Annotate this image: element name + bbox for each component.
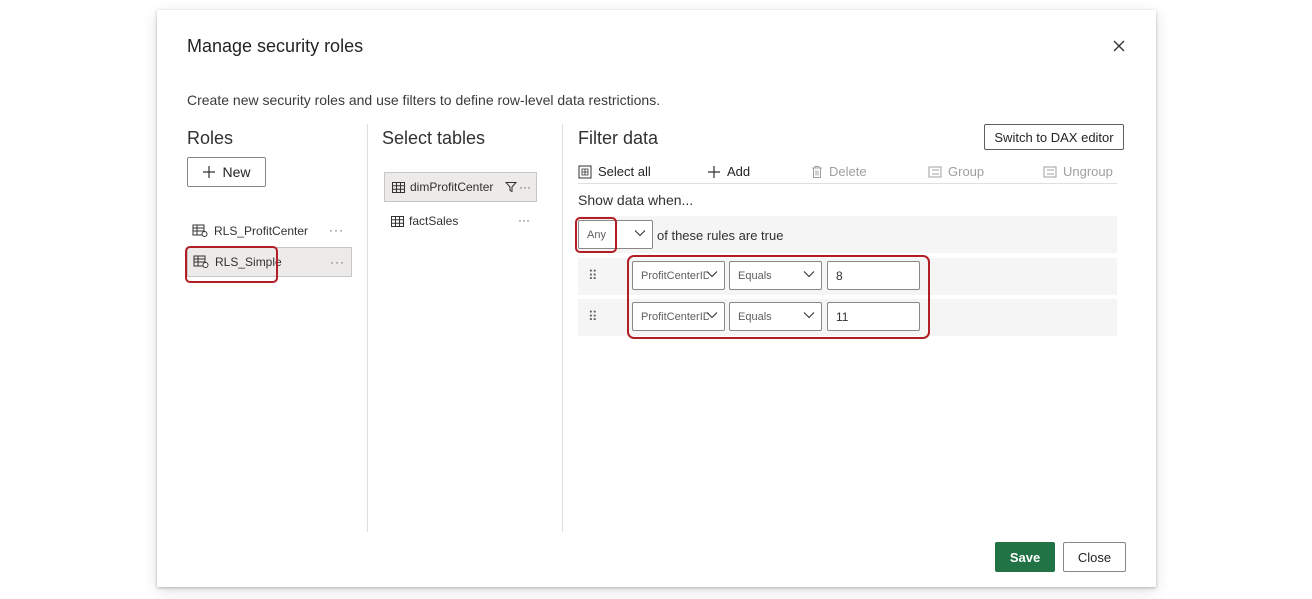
- chevron-down-icon: [706, 270, 718, 278]
- filter-icon: [505, 181, 517, 193]
- table-icon: [391, 215, 404, 227]
- more-options-icon[interactable]: ···: [518, 213, 530, 227]
- table-item-factsales[interactable]: factSales ···: [384, 206, 537, 236]
- table-item-label: factSales: [409, 214, 459, 228]
- rule-operator-select[interactable]: Equals: [729, 302, 822, 331]
- dialog-title: Manage security roles: [187, 36, 364, 56]
- select-all-icon: [578, 165, 592, 179]
- chevron-down-icon: [706, 311, 718, 319]
- column-divider: [367, 124, 368, 532]
- role-item-label: RLS_Simple: [215, 255, 282, 269]
- role-icon: [192, 224, 208, 238]
- ungroup-button[interactable]: Ungroup: [1043, 164, 1113, 179]
- table-item-dimprofitcenter[interactable]: dimProfitCenter ···: [384, 172, 537, 202]
- group-icon: [928, 166, 942, 178]
- close-button[interactable]: Close: [1063, 542, 1126, 572]
- close-icon[interactable]: [1110, 37, 1128, 55]
- rule-operator-value: Equals: [738, 310, 772, 323]
- rule-operator-select[interactable]: Equals: [729, 261, 822, 290]
- new-role-button[interactable]: New: [187, 157, 266, 187]
- group-button[interactable]: Group: [928, 164, 984, 179]
- add-rule-button[interactable]: Add: [707, 164, 750, 179]
- match-mode-select[interactable]: Any: [578, 220, 653, 249]
- chevron-down-icon: [634, 229, 646, 237]
- rule-column-select[interactable]: ProfitCenterID: [632, 261, 725, 290]
- role-item-rls-profitcenter[interactable]: RLS_ProfitCenter ···: [187, 216, 350, 246]
- role-item-label: RLS_ProfitCenter: [214, 224, 309, 238]
- rule-column-value: ProfitCenterID: [641, 310, 709, 323]
- table-icon: [392, 181, 405, 193]
- plus-icon: [707, 165, 721, 179]
- rule-column-value: ProfitCenterID: [641, 269, 709, 282]
- plus-icon: [202, 165, 216, 179]
- drag-handle-icon[interactable]: ⠿: [588, 268, 598, 284]
- trash-icon: [811, 165, 823, 179]
- dialog-subtitle: Create new security roles and use filter…: [187, 92, 661, 108]
- delete-label: Delete: [829, 164, 867, 179]
- select-all-label: Select all: [598, 164, 651, 179]
- more-options-icon[interactable]: ···: [330, 255, 345, 269]
- select-all-button[interactable]: Select all: [578, 164, 651, 179]
- ungroup-icon: [1043, 166, 1057, 178]
- rule-column-select[interactable]: ProfitCenterID: [632, 302, 725, 331]
- add-label: Add: [727, 164, 751, 179]
- show-data-when-label: Show data when...: [578, 192, 694, 208]
- ungroup-label: Ungroup: [1063, 164, 1113, 179]
- filter-data-heading: Filter data: [578, 128, 659, 148]
- save-button[interactable]: Save: [995, 542, 1055, 572]
- rule-value-input[interactable]: 8: [827, 261, 920, 290]
- toolbar-divider: [578, 183, 1117, 184]
- role-icon: [193, 255, 209, 269]
- chevron-down-icon: [803, 311, 815, 319]
- select-tables-heading: Select tables: [382, 128, 486, 148]
- chevron-down-icon: [803, 270, 815, 278]
- delete-rule-button[interactable]: Delete: [811, 164, 867, 179]
- more-options-icon[interactable]: ···: [329, 223, 344, 237]
- new-role-label: New: [222, 164, 251, 180]
- more-options-icon[interactable]: ···: [519, 180, 531, 194]
- match-mode-value: Any: [587, 228, 606, 241]
- rule-value-input[interactable]: 11: [827, 302, 920, 331]
- roles-heading: Roles: [187, 128, 234, 148]
- table-item-label: dimProfitCenter: [410, 180, 494, 194]
- switch-to-dax-editor-button[interactable]: Switch to DAX editor: [984, 124, 1124, 150]
- match-mode-suffix: of these rules are true: [657, 228, 784, 243]
- role-item-rls-simple[interactable]: RLS_Simple ···: [187, 247, 352, 277]
- rule-operator-value: Equals: [738, 269, 772, 282]
- group-label: Group: [948, 164, 985, 179]
- manage-security-roles-dialog: Manage security roles Create new securit…: [157, 10, 1156, 587]
- column-divider: [562, 124, 563, 532]
- drag-handle-icon[interactable]: ⠿: [588, 309, 598, 325]
